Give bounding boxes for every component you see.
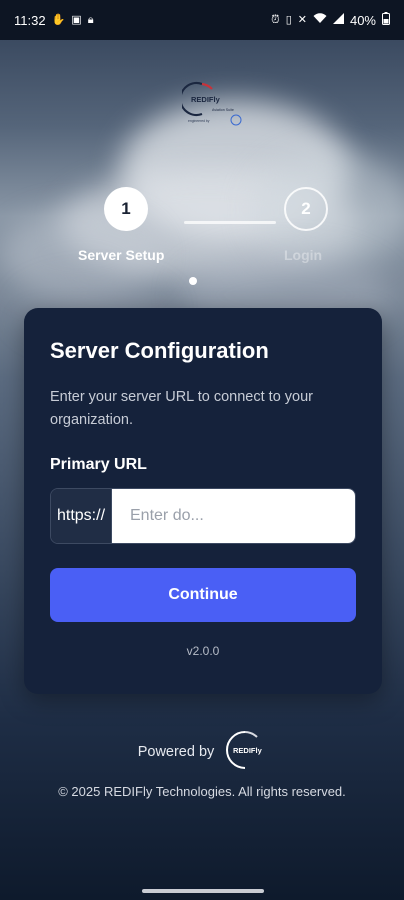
step-connector <box>184 221 276 224</box>
redifly-logo: REDIFly Aviation Suite engineered by <box>182 80 246 128</box>
hand-icon: ✋ <box>51 13 66 26</box>
home-indicator[interactable] <box>142 889 264 893</box>
wifi-icon <box>313 13 327 27</box>
card-description: Enter your server URL to connect to your… <box>50 389 313 428</box>
battery-percent: 40% <box>349 12 376 28</box>
battery-icon <box>382 12 390 28</box>
svg-text:engineered by: engineered by <box>188 119 210 123</box>
svg-text:Aviation Suite: Aviation Suite <box>212 108 234 112</box>
server-config-card: Server Configuration Enter your server U… <box>24 308 382 694</box>
stepper: 1 2 Server Setup Login <box>0 185 404 285</box>
url-protocol-prefix: https:// <box>51 489 112 543</box>
copyright-text: © 2025 REDIFly Technologies. All rights … <box>58 784 346 799</box>
svg-text:REDIFly: REDIFly <box>191 95 221 104</box>
primary-url-label: Primary URL <box>50 456 147 473</box>
mute-icon: ✕ <box>297 13 307 26</box>
notification-icon: ▣ <box>71 13 82 26</box>
svg-text:REDIFly: REDIFly <box>233 746 263 755</box>
redifly-footer-logo: REDIFly <box>224 729 266 776</box>
vibrate-icon: ▯ <box>285 13 292 26</box>
powered-by-text: Powered by <box>137 744 215 760</box>
step-1-label: Server Setup <box>78 247 165 263</box>
page-indicator-dot <box>189 277 197 285</box>
alarm-icon: ⏰︎ <box>271 13 280 26</box>
status-time: 11:32 <box>14 12 46 28</box>
powered-by: Powered by REDIFly <box>0 728 404 776</box>
url-field-group: https:// <box>50 488 356 544</box>
lock-icon: 🔒︎ <box>87 13 94 26</box>
step-2-indicator: 2 <box>284 187 328 231</box>
continue-button[interactable]: Continue <box>50 568 356 622</box>
primary-url-input[interactable] <box>112 489 355 543</box>
step-1-indicator: 1 <box>104 187 148 231</box>
step-2-label: Login <box>284 247 323 263</box>
card-title: Server Configuration <box>50 338 269 363</box>
signal-icon <box>332 13 344 27</box>
status-bar: 11:32 ✋ ▣ 🔒︎ ⏰︎ ▯ ✕ 40% <box>0 0 404 40</box>
app-version: v2.0.0 <box>186 644 220 658</box>
